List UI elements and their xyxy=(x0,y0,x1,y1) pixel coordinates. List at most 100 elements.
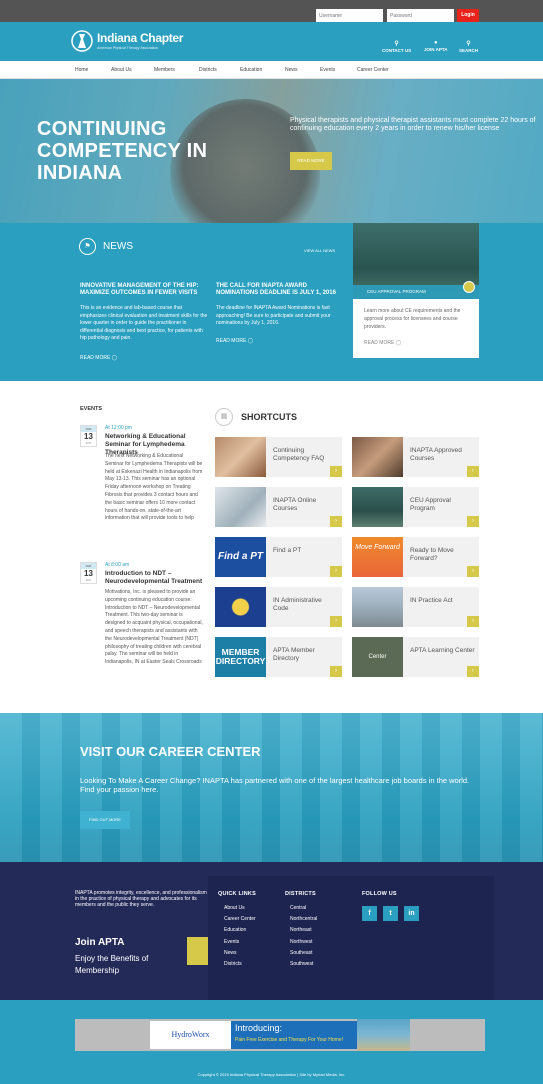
indiana-flag xyxy=(215,587,266,627)
arrow-right-icon: › xyxy=(467,616,479,627)
event-time: At 8:00 am xyxy=(105,562,130,568)
photo-student-thumb xyxy=(352,437,403,477)
footer-link[interactable]: Education xyxy=(224,925,256,936)
footer-link[interactable]: Northwest xyxy=(290,937,317,948)
districts-list: Central Northcentral Northeast Northwest… xyxy=(290,903,317,970)
districts-title: DISTRICTS xyxy=(285,891,316,897)
news-title: NEWS xyxy=(103,241,133,252)
shortcut-administrative-code[interactable]: IN Administrative Code › xyxy=(215,587,342,627)
user-icon: ● xyxy=(433,40,438,46)
location-pin-icon: ⚲ xyxy=(394,41,399,47)
shortcut-member-directory[interactable]: MEMBER DIRECTORY APTA Member Directory › xyxy=(215,637,342,677)
find-a-pt-logo: Find a PT xyxy=(215,537,266,577)
nav-news[interactable]: News xyxy=(285,67,298,73)
hero-text: Physical therapists and physical therapi… xyxy=(290,117,536,132)
view-all-news-link[interactable]: VIEW ALL NEWS xyxy=(304,248,335,253)
quick-links-title: QUICK LINKS xyxy=(218,891,256,897)
event-title[interactable]: Introduction to NDT – Neurodevelopmental… xyxy=(105,570,205,586)
join-apta-link[interactable]: ● JOIN APTA xyxy=(424,40,448,52)
footer-link[interactable]: Southwest xyxy=(290,959,317,970)
footer-intro: INAPTA promotes integrity, excellence, a… xyxy=(75,890,207,908)
nav-districts[interactable]: Districts xyxy=(199,67,217,73)
shortcut-move-forward[interactable]: Move Forward Ready to Move Forward? › xyxy=(352,537,479,577)
linkedin-icon[interactable]: in xyxy=(404,906,419,921)
copyright: Copyright © 2015 Indiana Physical Therap… xyxy=(197,1072,346,1077)
footer-link[interactable]: Districts xyxy=(224,959,256,970)
join-apta-subtitle: Enjoy the Benefits of Membership xyxy=(75,954,149,975)
news-read-more-link[interactable]: READ MORE ◯ xyxy=(216,338,253,344)
shortcut-learning-center[interactable]: Center APTA Learning Center › xyxy=(352,637,479,677)
find-out-more-button[interactable]: FIND OUT MORE xyxy=(80,811,130,829)
join-apta-label: JOIN APTA xyxy=(424,47,448,52)
join-apta-button[interactable] xyxy=(187,937,208,965)
shortcut-find-a-pt[interactable]: Find a PT Find a PT › xyxy=(215,537,342,577)
footer-link[interactable]: News xyxy=(224,948,256,959)
password-input[interactable] xyxy=(387,9,454,22)
news-read-more-link[interactable]: READ MORE ◯ xyxy=(80,355,117,361)
brand-name[interactable]: Indiana Chapter xyxy=(97,31,183,45)
ceu-arrow-icon[interactable] xyxy=(463,281,475,293)
pool-photo xyxy=(357,1019,410,1051)
sponsor-message: Introducing: Pain Free Exercise and Ther… xyxy=(231,1021,357,1049)
arrow-right-icon: › xyxy=(330,516,342,527)
event-time: At 12:00 pm xyxy=(105,425,132,431)
main-nav: Home About Us Members Districts Educatio… xyxy=(0,61,543,81)
username-input[interactable] xyxy=(316,9,383,22)
login-button[interactable]: Login xyxy=(457,9,479,22)
facebook-icon[interactable]: f xyxy=(362,906,377,921)
events-title: EVENTS xyxy=(80,406,103,412)
footer-link[interactable]: Central xyxy=(290,903,317,914)
nav-career-center[interactable]: Career Center xyxy=(357,67,389,73)
career-title: VISIT OUR CAREER CENTER xyxy=(80,744,261,759)
arrow-right-icon: › xyxy=(467,466,479,477)
capitol-photo xyxy=(352,587,403,627)
move-forward-logo: Move Forward xyxy=(352,537,403,577)
shortcut-online-courses[interactable]: INAPTA Online Courses › xyxy=(215,487,342,527)
shortcut-practice-act[interactable]: IN Practice Act › xyxy=(352,587,479,627)
shortcuts-title: SHORTCUTS xyxy=(241,412,297,422)
brand-subtitle: American Physical Therapy Association xyxy=(97,46,159,50)
footer-link[interactable]: Northcentral xyxy=(290,914,317,925)
nav-about-us[interactable]: About Us xyxy=(111,67,132,73)
search-link[interactable]: ⚲ SEARCH xyxy=(459,40,478,53)
quick-links-list: About Us Career Center Education Events … xyxy=(224,903,256,970)
ceu-caption: CEU APPROVAL PROGRAM xyxy=(353,285,479,299)
arrow-right-icon: › xyxy=(467,566,479,577)
ceu-read-more-link[interactable]: READ MORE ◯ xyxy=(364,340,401,346)
contact-us-label: CONTACT US xyxy=(382,48,412,53)
chapter-logo-icon[interactable] xyxy=(70,29,94,53)
learning-center-logo: Center xyxy=(352,637,403,677)
arrow-right-icon: › xyxy=(330,616,342,627)
contact-us-link[interactable]: ⚲ CONTACT US xyxy=(382,40,411,53)
photo-woman-thumb xyxy=(215,437,266,477)
nav-members[interactable]: Members xyxy=(154,67,175,73)
footer-link[interactable]: Events xyxy=(224,937,256,948)
shortcut-approved-courses[interactable]: INAPTA Approved Courses › xyxy=(352,437,479,477)
join-apta-title: Join APTA xyxy=(75,937,125,948)
event-date-badge: FEB 13 2017 xyxy=(80,562,97,584)
shortcut-ceu-approval[interactable]: CEU Approval Program › xyxy=(352,487,479,527)
member-directory-logo: MEMBER DIRECTORY xyxy=(215,637,266,677)
news-headline[interactable]: THE CALL FOR INAPTA AWARD NOMINATIONS DE… xyxy=(216,283,346,297)
news-body: This is an evidence and lab-based course… xyxy=(80,305,208,341)
grid-icon: ▦ xyxy=(215,408,233,426)
nav-education[interactable]: Education xyxy=(240,67,262,73)
career-text: Looking To Make A Career Change? INAPTA … xyxy=(80,776,470,794)
footer-link[interactable]: Career Center xyxy=(224,914,256,925)
event-body: Motivations, Inc. is pleased to provide … xyxy=(105,589,203,666)
event-body: The next Networking & Educational Semina… xyxy=(105,453,203,522)
footer-link[interactable]: Northeast xyxy=(290,925,317,936)
nav-events[interactable]: Events xyxy=(320,67,335,73)
arrow-right-icon: › xyxy=(330,466,342,477)
flag-icon: ⚑ xyxy=(79,238,96,255)
footer-link[interactable]: About Us xyxy=(224,903,256,914)
news-headline[interactable]: INNOVATIVE MANAGEMENT OF THE HIP: MAXIMI… xyxy=(80,283,210,297)
footer-link[interactable]: Southeast xyxy=(290,948,317,959)
search-label: SEARCH xyxy=(459,48,479,53)
hero-title: CONTINUING COMPETENCY IN INDIANA xyxy=(37,118,208,184)
twitter-icon[interactable]: t xyxy=(383,906,398,921)
photo-laptop-thumb xyxy=(215,487,266,527)
follow-us-title: FOLLOW US xyxy=(362,891,397,897)
shortcut-continuing-competency[interactable]: Continuing Competency FAQ › xyxy=(215,437,342,477)
hero-read-more-button[interactable]: READ MORE xyxy=(290,152,332,170)
